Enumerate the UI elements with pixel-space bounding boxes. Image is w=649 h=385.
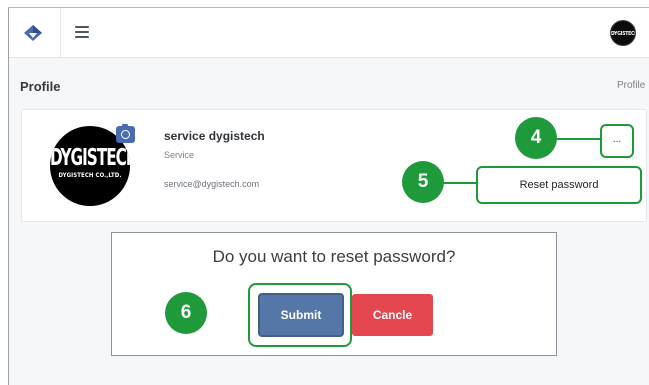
cancel-button[interactable]: Cancle <box>352 294 433 336</box>
dialog-question: Do you want to reset password? <box>212 247 456 266</box>
callout-badge-6: 6 <box>165 292 207 334</box>
avatar-company-text: DYGISTECH CO.,LTD. <box>58 172 122 179</box>
callout-badge-4: 4 <box>515 117 557 159</box>
app-root: DYGISTECH Profile Profile DYGISTECH DYGI… <box>0 0 649 385</box>
submit-button[interactable]: Submit <box>258 293 344 337</box>
user-avatar[interactable]: DYGISTECH <box>610 20 636 46</box>
camera-icon[interactable] <box>116 124 135 143</box>
logo-cell[interactable] <box>9 8 61 58</box>
top-bar: DYGISTECH <box>9 8 649 58</box>
diamond-logo-icon <box>24 25 42 41</box>
breadcrumb: Profile <box>617 80 646 91</box>
callout-line-4 <box>556 138 601 140</box>
hamburger-icon[interactable] <box>75 26 89 40</box>
callout-line-5 <box>443 182 478 184</box>
profile-name: service dygistech <box>164 129 265 143</box>
page-title: Profile <box>20 79 61 94</box>
reset-password-menu-item[interactable]: Reset password <box>476 166 642 204</box>
profile-role: Service <box>164 150 195 160</box>
callout-badge-5: 5 <box>402 161 444 203</box>
more-options-button[interactable]: ... <box>600 124 634 158</box>
avatar-logo-text: DYGISTECH <box>50 144 130 172</box>
profile-email: service@dygistech.com <box>164 179 260 189</box>
